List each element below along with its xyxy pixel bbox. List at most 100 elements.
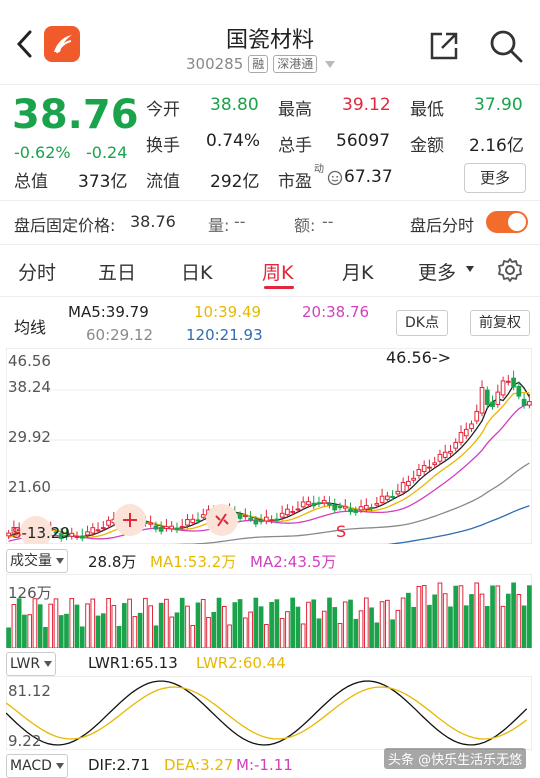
- volume-bar: [474, 582, 480, 648]
- tab-more[interactable]: 更多: [418, 258, 456, 285]
- pe-label: 市盈: [278, 172, 312, 192]
- open-label: 今开: [146, 100, 180, 120]
- candle-body: [453, 441, 459, 449]
- volume-bar: [285, 611, 290, 648]
- more-button[interactable]: 更多: [464, 163, 526, 193]
- smile-icon[interactable]: [327, 170, 343, 186]
- candle-body: [174, 527, 180, 531]
- after-hours-vol: --: [234, 212, 246, 231]
- volume-bar: [216, 597, 222, 648]
- sell-signal: S: [12, 524, 22, 542]
- volume-bar: [327, 597, 332, 648]
- tab-weekly-k[interactable]: 周K: [262, 258, 293, 285]
- volume-bar: [521, 605, 527, 648]
- volume-chart[interactable]: [6, 574, 532, 648]
- volume-bar: [363, 597, 369, 648]
- volume-bar: [248, 611, 253, 648]
- candle-body: [395, 490, 401, 495]
- candle-body: [463, 428, 469, 437]
- volume-bar: [79, 626, 85, 648]
- volume-bar: [311, 599, 317, 648]
- volume-bar: [495, 585, 501, 648]
- after-hours-label: 盘后固定价格:: [14, 216, 116, 235]
- candle-body: [253, 519, 259, 525]
- volume-bar: [116, 625, 122, 648]
- candle-body: [300, 501, 306, 508]
- candle-body: [185, 519, 190, 526]
- volume-bar: [190, 624, 196, 648]
- volume-selector-label: 成交量: [10, 553, 52, 569]
- volume-bar: [342, 601, 348, 648]
- volume-selector[interactable]: 成交量: [6, 549, 68, 573]
- caret-down-icon[interactable]: [466, 266, 474, 272]
- forward-adjust-button[interactable]: 前复权: [470, 310, 530, 336]
- volume-bar: [22, 614, 27, 648]
- candle-body: [390, 495, 395, 498]
- candle-body: [337, 506, 343, 509]
- volume-bar: [64, 613, 69, 648]
- candle-body: [406, 480, 411, 487]
- candle-body: [169, 525, 175, 530]
- lwr-selector-label: LWR: [10, 656, 41, 672]
- candle-body: [6, 532, 11, 537]
- chevron-down-icon[interactable]: [325, 60, 336, 68]
- low-value: 37.90: [474, 95, 523, 115]
- volume-bar: [48, 603, 54, 648]
- candle-body: [290, 510, 296, 513]
- candle-body: [427, 466, 432, 469]
- volume-bar: [158, 602, 164, 648]
- low-annotation: 13.29: [26, 524, 70, 542]
- volume-bar: [37, 604, 43, 648]
- candle-body: [164, 526, 169, 530]
- volume-bar: [505, 593, 511, 648]
- volume-bar: [174, 612, 180, 648]
- market-cap-label: 总值: [14, 172, 48, 192]
- candle-body: [448, 450, 453, 454]
- volume-bar: [316, 618, 322, 648]
- candle-body: [432, 462, 438, 466]
- header-bar: 国瓷材料 300285 融 深港通: [0, 0, 540, 84]
- candlestick-chart[interactable]: [6, 348, 532, 544]
- candle-body: [469, 423, 474, 430]
- tab-five-day[interactable]: 五日: [98, 258, 136, 285]
- gear-icon[interactable]: [497, 257, 523, 283]
- lwr-selector[interactable]: LWR: [6, 652, 57, 676]
- candle-body: [484, 389, 490, 405]
- share-icon[interactable]: [428, 30, 460, 62]
- volume-bar: [74, 604, 80, 648]
- volume-bar: [416, 585, 422, 648]
- candle-body: [400, 481, 406, 493]
- active-tab-indicator: [264, 286, 294, 289]
- candle-body: [90, 527, 96, 534]
- candle-body: [495, 391, 501, 405]
- lwr-chart[interactable]: [6, 676, 532, 750]
- dk-point-button[interactable]: DK点: [396, 310, 448, 336]
- candle-body: [363, 504, 369, 510]
- candle-body: [374, 503, 380, 506]
- volume-bar: [258, 606, 264, 648]
- volume-bar: [442, 593, 448, 648]
- search-icon[interactable]: [488, 28, 524, 64]
- candle-body: [437, 453, 443, 462]
- volume-bar: [453, 585, 459, 648]
- pe-value: 67.37: [344, 167, 393, 187]
- macd-selector[interactable]: MACD: [6, 754, 68, 778]
- tab-intraday[interactable]: 分时: [18, 258, 56, 285]
- candle-body: [353, 509, 359, 513]
- after-hours-toggle[interactable]: [486, 211, 528, 233]
- tab-monthly-k[interactable]: 月K: [342, 258, 373, 285]
- amount-value: 2.16亿: [469, 136, 524, 156]
- candle-body: [264, 516, 269, 522]
- volume-bar: [85, 603, 90, 648]
- candle-body: [369, 506, 374, 509]
- candle-body: [242, 514, 248, 518]
- volume-bar: [400, 597, 406, 648]
- tab-daily-k[interactable]: 日K: [181, 258, 212, 285]
- candle-body: [200, 514, 206, 518]
- volume-axis-label: 126万: [8, 584, 52, 602]
- volume-bar: [500, 605, 506, 648]
- turnover-value: 0.74%: [206, 131, 261, 151]
- high-value: 39.12: [342, 95, 391, 115]
- y-axis-label: 21.60: [8, 478, 51, 496]
- volume-bar: [490, 585, 495, 648]
